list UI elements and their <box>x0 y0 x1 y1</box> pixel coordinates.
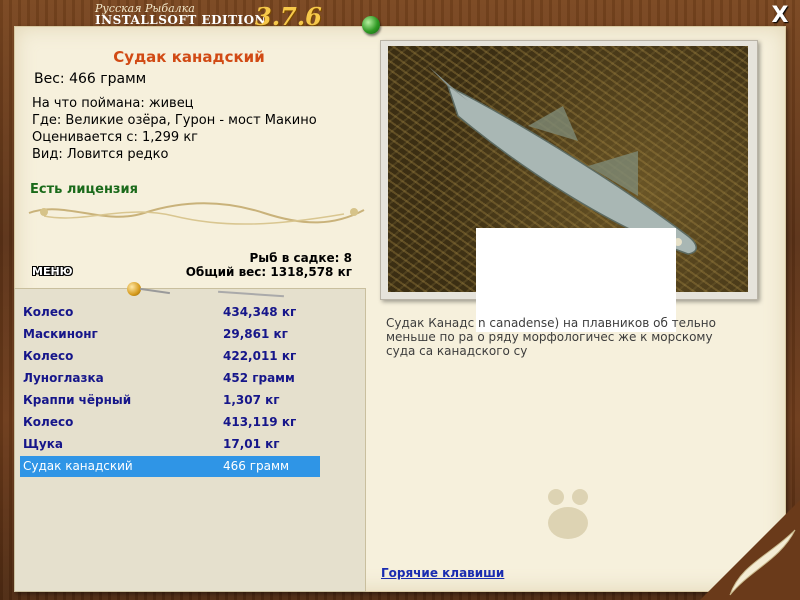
ornament-divider <box>28 202 365 225</box>
fish-description: Судак Канадс n canadense) на плавников о… <box>386 316 716 358</box>
valued-from: Оценивается с: 1,299 кг <box>32 130 199 145</box>
list-item-weight: 1,307 кг <box>223 393 280 407</box>
list-item-name: Краппи чёрный <box>23 393 132 407</box>
list-item[interactable]: Луноглазка 452 грамм <box>20 368 320 389</box>
list-item-weight: 17,01 кг <box>223 437 280 451</box>
license-status: Есть лицензия <box>30 182 138 197</box>
list-item-weight: 413,119 кг <box>223 415 297 429</box>
keepnet-count: Рыб в садке: 8 <box>249 251 353 265</box>
fish-kind: Вид: Ловится редко <box>32 147 169 162</box>
list-item-weight: 422,011 кг <box>223 349 297 363</box>
close-button[interactable]: X <box>768 4 792 28</box>
list-item[interactable]: Краппи чёрный 1,307 кг <box>20 390 320 411</box>
game-logo: Русская Рыбалка INSTALLSOFT EDITION 3.7.… <box>95 2 325 31</box>
fish-weight: Вес: 466 грамм <box>34 71 147 87</box>
gold-pin-icon <box>127 282 141 296</box>
menu-button[interactable]: МЕНЮ <box>32 265 73 278</box>
fisherman-silhouette-icon <box>548 489 588 539</box>
total-weight: Общий вес: 1318,578 кг <box>185 265 352 279</box>
list-item-weight: 29,861 кг <box>223 327 288 341</box>
list-item-name: Маскинонг <box>23 327 98 341</box>
list-item-name: Колесо <box>23 349 74 363</box>
caught-with: На что поймана: живец <box>32 96 194 111</box>
list-item-name: Колесо <box>23 415 74 429</box>
fish-info: На что поймана: живец Где: Великие озёра… <box>32 95 317 163</box>
list-item[interactable]: Колесо 434,348 кг <box>20 302 320 323</box>
logo-edition: INSTALLSOFT EDITION <box>95 13 267 27</box>
list-item-weight: 452 грамм <box>223 371 295 385</box>
list-item[interactable]: Колесо 422,011 кг <box>20 346 320 367</box>
list-item[interactable]: Щука 17,01 кг <box>20 434 320 455</box>
list-item-name: Колесо <box>23 305 74 319</box>
list-item[interactable]: Маскинонг 29,861 кг <box>20 324 320 345</box>
list-item-name: Судак канадский <box>23 459 133 473</box>
list-item-name: Луноглазка <box>23 371 104 385</box>
page-curl-icon <box>700 500 800 600</box>
list-item[interactable]: Колесо 413,119 кг <box>20 412 320 433</box>
fish-name: Судак канадский <box>113 48 265 66</box>
list-item-weight: 466 грамм <box>223 459 290 473</box>
list-item-name: Щука <box>23 437 63 451</box>
catch-location: Где: Великие озёра, Гурон - мост Макино <box>32 113 317 128</box>
list-item-weight: 434,348 кг <box>223 305 297 319</box>
green-pin-icon <box>362 16 380 34</box>
hotkeys-link[interactable]: Горячие клавиши <box>381 566 504 580</box>
list-item-selected[interactable]: Судак канадский 466 грамм <box>20 456 320 477</box>
